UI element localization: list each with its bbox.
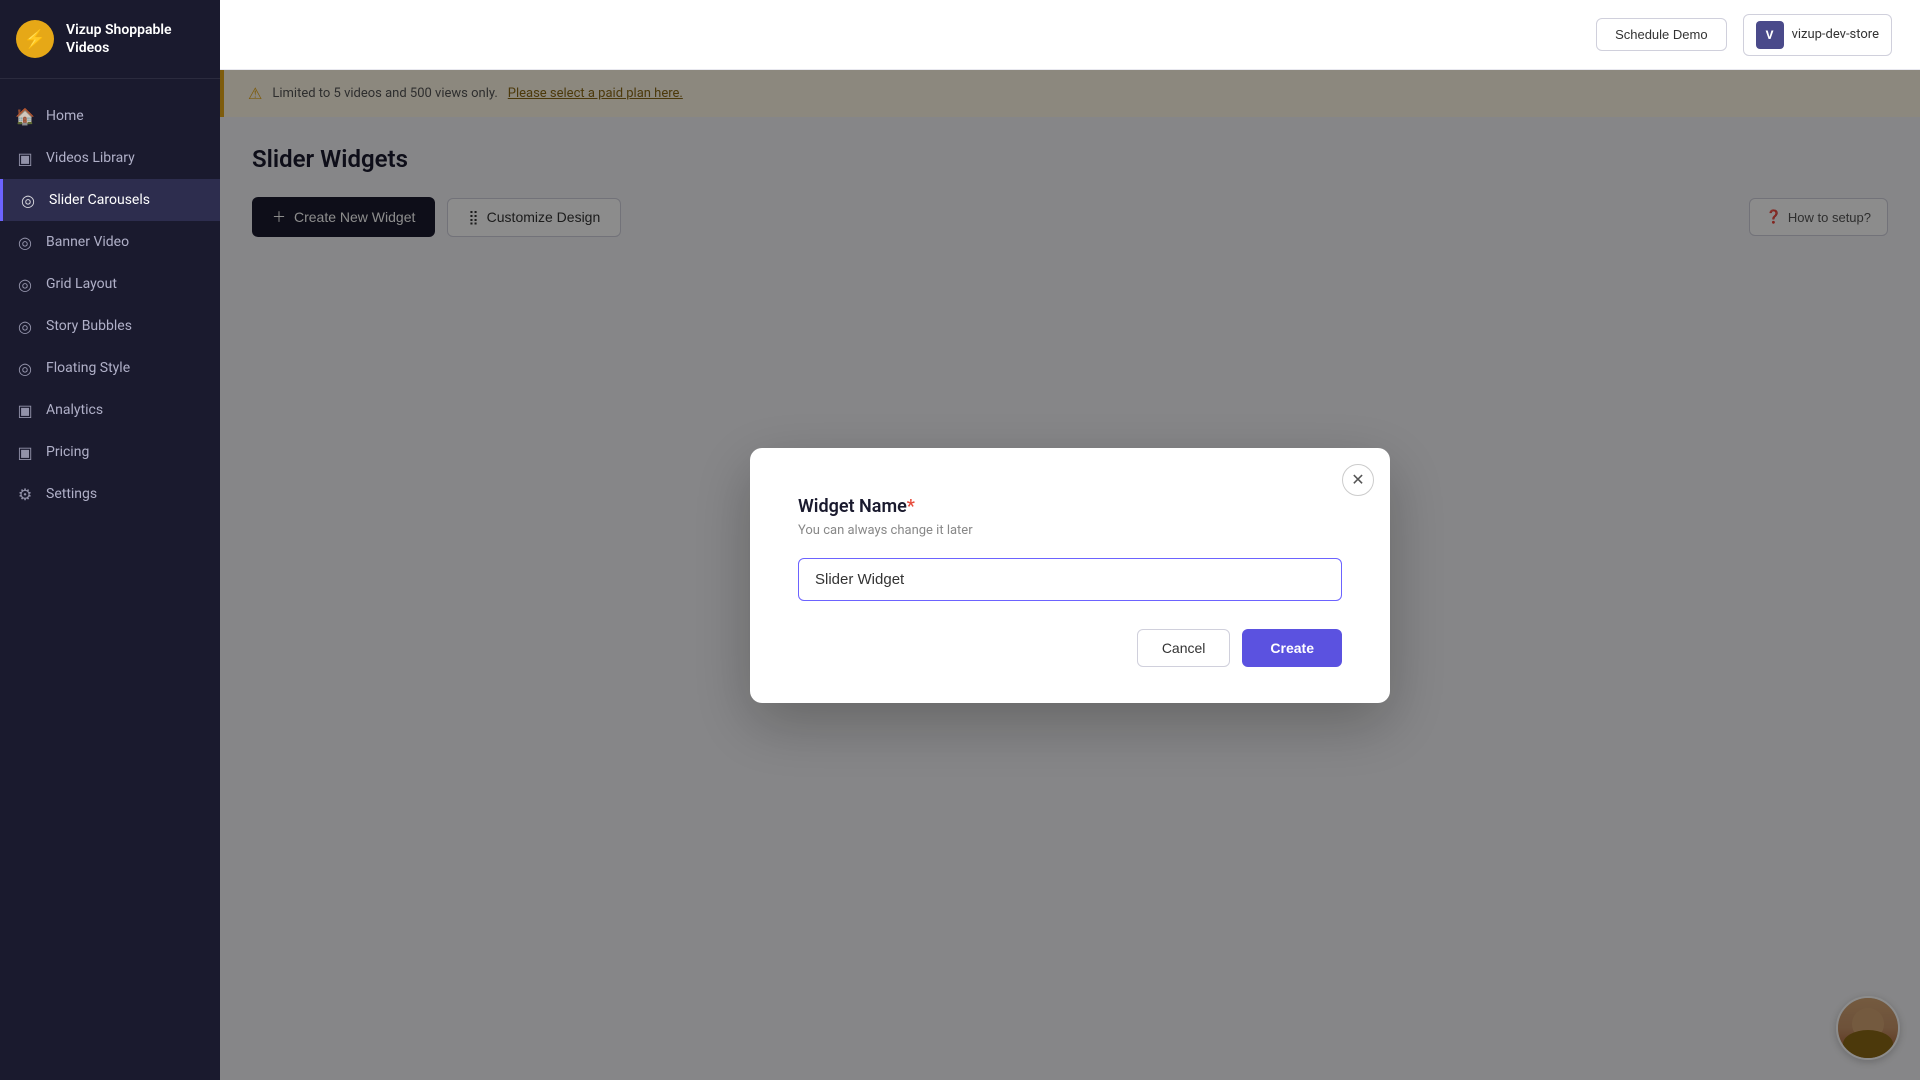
sidebar-item-label: Analytics [46,402,103,418]
modal-title: Widget Name* [798,496,1342,517]
header: Schedule Demo V vizup-dev-store [220,0,1920,70]
sidebar-item-label: Banner Video [46,234,129,250]
sidebar-item-banner-video[interactable]: ◎ Banner Video [0,221,220,263]
modal-overlay[interactable]: ✕ Widget Name* You can always change it … [220,70,1920,1080]
modal-close-button[interactable]: ✕ [1342,464,1374,496]
sidebar-item-slider-carousels[interactable]: ◎ Slider Carousels [0,179,220,221]
sidebar-item-analytics[interactable]: ▣ Analytics [0,389,220,431]
content-area: ⚠ Limited to 5 videos and 500 views only… [220,70,1920,1080]
modal-hint: You can always change it later [798,523,1342,538]
videos-icon: ▣ [16,149,34,167]
sidebar-item-label: Pricing [46,444,89,460]
sidebar-item-label: Story Bubbles [46,318,132,334]
sidebar-item-label: Settings [46,486,97,502]
floating-icon: ◎ [16,359,34,377]
pricing-icon: ▣ [16,443,34,461]
sidebar-item-label: Slider Carousels [49,192,150,208]
story-icon: ◎ [16,317,34,335]
grid-icon: ◎ [16,275,34,293]
create-button[interactable]: Create [1242,629,1342,667]
sidebar-item-pricing[interactable]: ▣ Pricing [0,431,220,473]
sidebar-item-floating-style[interactable]: ◎ Floating Style [0,347,220,389]
sidebar-item-videos-library[interactable]: ▣ Videos Library [0,137,220,179]
banner-icon: ◎ [16,233,34,251]
settings-icon: ⚙ [16,485,34,503]
create-widget-modal: ✕ Widget Name* You can always change it … [750,448,1390,703]
sidebar-item-settings[interactable]: ⚙ Settings [0,473,220,515]
user-badge[interactable]: V vizup-dev-store [1743,14,1892,56]
cancel-button[interactable]: Cancel [1137,629,1231,667]
schedule-demo-button[interactable]: Schedule Demo [1596,18,1727,51]
main-area: Schedule Demo V vizup-dev-store ⚠ Limite… [220,0,1920,1080]
user-avatar-initial: V [1756,21,1784,49]
sidebar-item-story-bubbles[interactable]: ◎ Story Bubbles [0,305,220,347]
sidebar-item-label: Grid Layout [46,276,117,292]
logo-icon: ⚡ [16,20,54,58]
sidebar-item-label: Home [46,108,84,124]
sidebar-item-grid-layout[interactable]: ◎ Grid Layout [0,263,220,305]
modal-actions: Cancel Create [798,629,1342,667]
analytics-icon: ▣ [16,401,34,419]
required-marker: * [907,496,915,517]
widget-name-input[interactable] [798,558,1342,601]
sidebar-logo: ⚡ Vizup Shoppable Videos [0,0,220,79]
slider-icon: ◎ [19,191,37,209]
sidebar-nav: 🏠 Home ▣ Videos Library ◎ Slider Carouse… [0,79,220,1080]
sidebar-item-label: Floating Style [46,360,130,376]
logo-text: Vizup Shoppable Videos [66,21,172,57]
home-icon: 🏠 [16,107,34,125]
sidebar-item-home[interactable]: 🏠 Home [0,95,220,137]
sidebar: ⚡ Vizup Shoppable Videos 🏠 Home ▣ Videos… [0,0,220,1080]
sidebar-item-label: Videos Library [46,150,135,166]
user-store-name: vizup-dev-store [1792,27,1879,42]
